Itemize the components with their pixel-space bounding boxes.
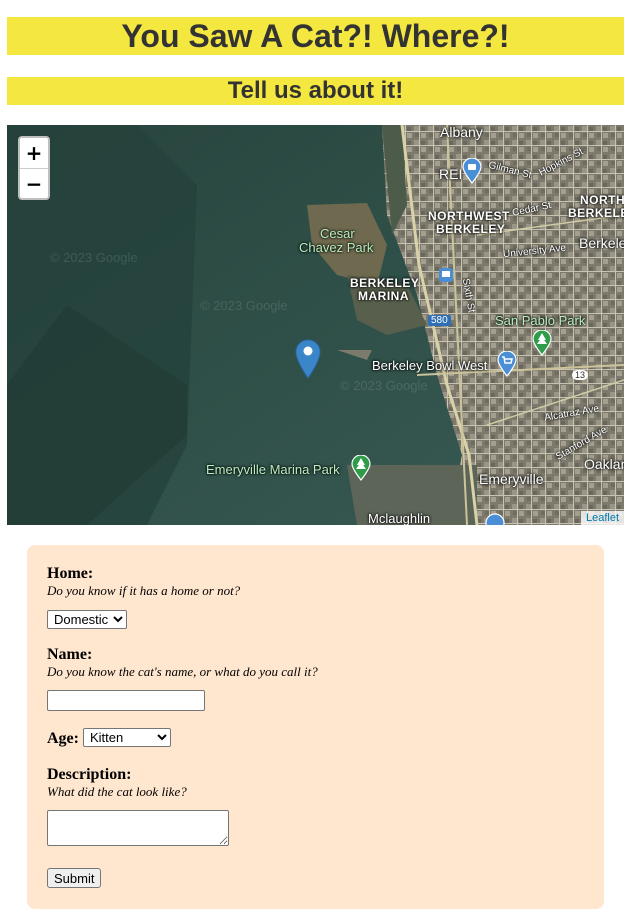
map-label-northwest-berkeley: BERKELEY (436, 222, 506, 236)
map-label-route-580: 580 (428, 315, 451, 326)
location-marker-icon[interactable] (295, 339, 321, 379)
home-hint: Do you know if it has a home or not? (47, 583, 241, 598)
map-label-rei: REI (439, 166, 463, 182)
submit-button[interactable]: Submit (47, 868, 102, 888)
description-textarea[interactable] (47, 810, 229, 846)
name-label: Name: (47, 646, 93, 663)
home-field: Home: Do you know if it has a home or no… (47, 565, 240, 629)
page-subtitle: Tell us about it! (7, 77, 624, 105)
map-label-cesar: Cesar (320, 226, 355, 241)
map-label-cesar-chavez-park: Chavez Park (299, 240, 374, 255)
map-watermark: © 2023 Google (340, 378, 428, 393)
name-field: Name: Do you know the cat's name, or wha… (47, 646, 318, 711)
page-title: You Saw A Cat?! Where?! (7, 17, 624, 55)
map-label-northwest: NORTHWEST (428, 209, 510, 223)
zoom-out-button[interactable]: − (20, 168, 48, 198)
zoom-control: + − (18, 136, 50, 200)
park-pin-icon[interactable] (351, 455, 371, 481)
zoom-in-button[interactable]: + (20, 138, 48, 168)
map-label-emeryville-marina-park: Emeryville Marina Park (206, 462, 340, 477)
map-label-berkeley: Berkele (579, 235, 624, 251)
home-select[interactable]: Domestic (47, 610, 127, 629)
transit-icon[interactable] (439, 268, 453, 282)
map-label-marina: MARINA (358, 289, 409, 303)
cat-report-form: Home: Do you know if it has a home or no… (27, 545, 604, 909)
name-input[interactable] (47, 690, 205, 711)
map[interactable]: © 2023 Google © 2023 Google © 2023 Googl… (7, 125, 624, 525)
map-label-north-berkeley: BERKELE (568, 206, 624, 220)
park-pin-icon[interactable] (532, 330, 552, 356)
submit-row: Submit (47, 868, 102, 888)
age-select[interactable]: Kitten (82, 728, 171, 747)
description-label: Description: (47, 766, 132, 783)
map-label-mclaughlin: Mclaughlin (368, 511, 431, 525)
description-hint: What did the cat look like? (47, 784, 187, 799)
name-hint: Do you know the cat's name, or what do y… (47, 664, 318, 679)
map-label-berkeley-marina: BERKELEY (350, 276, 420, 290)
map-watermark: © 2023 Google (200, 298, 288, 313)
map-attribution-link[interactable]: Leaflet (580, 511, 624, 525)
map-label-san-pablo-park: San Pablo Park (495, 313, 586, 328)
poi-pin-icon[interactable] (485, 513, 505, 525)
map-label-albany: Albany (440, 125, 483, 140)
map-label-north: NORTH (580, 193, 624, 207)
map-label-route-13: 13 (572, 370, 589, 380)
age-label: Age: (47, 730, 79, 747)
age-field: Age: Kitten (47, 728, 171, 748)
shopping-cart-pin-icon[interactable] (497, 351, 517, 377)
map-label-berkeley-bowl: Berkeley Bowl West (372, 358, 488, 373)
description-field: Description: What did the cat look like? (47, 766, 229, 846)
map-watermark: © 2023 Google (50, 250, 138, 265)
map-label-emeryville: Emeryville (479, 471, 544, 487)
home-label: Home: (47, 565, 94, 582)
shopping-pin-icon[interactable] (462, 158, 482, 184)
map-label-oakland: Oaklan (584, 456, 624, 472)
